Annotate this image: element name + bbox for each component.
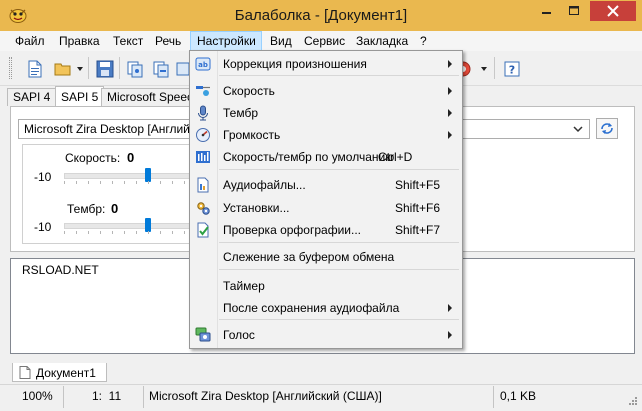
spellcheck-icon	[195, 222, 211, 238]
settings-menu-item-label: Слежение за буфером обмена	[223, 250, 395, 264]
menu-text[interactable]: Текст	[107, 31, 149, 51]
voice-select-value: Microsoft Zira Desktop [Английский	[24, 122, 215, 136]
submenu-arrow-icon	[448, 331, 452, 339]
settings-menu-item-label: Голос	[223, 328, 255, 342]
settings-menu-item-label: Коррекция произношения	[223, 57, 367, 71]
settings-menu-item-label: Громкость	[223, 128, 281, 142]
speed-value: 0	[127, 150, 135, 165]
resize-grip-icon[interactable]	[626, 396, 638, 411]
voice-tools-dropdown-icon[interactable]	[481, 67, 487, 71]
help-icon[interactable]: ?	[503, 60, 521, 78]
volume-icon	[195, 127, 211, 143]
settings-menu-item-shortcut: Shift+F6	[395, 201, 441, 215]
menu-speech[interactable]: Речь	[149, 31, 187, 51]
speed-slider-thumb[interactable]	[145, 168, 151, 182]
equalizer-icon	[195, 149, 211, 165]
pitch-ticks	[64, 231, 188, 234]
menu-bookmark[interactable]: Закладка	[350, 31, 414, 51]
speed-icon	[195, 83, 211, 99]
audio-files-icon	[195, 177, 211, 193]
copy-doc-icon[interactable]	[126, 60, 144, 78]
status-separator	[143, 386, 144, 408]
menu-help[interactable]: ?	[414, 31, 433, 51]
submenu-arrow-icon	[448, 304, 452, 312]
voice-refresh-button[interactable]	[596, 118, 618, 139]
tab-sapi5[interactable]: SAPI 5	[55, 86, 105, 107]
close-button[interactable]	[590, 1, 636, 21]
speed-slider[interactable]	[64, 173, 190, 179]
toolbar-separator	[494, 57, 495, 79]
menu-edit[interactable]: Правка	[53, 31, 106, 51]
speed-label: Скорость:	[65, 151, 121, 165]
minimize-button[interactable]	[533, 1, 560, 21]
speed-min-label: -10	[34, 170, 52, 184]
toolbar-separator	[88, 57, 89, 79]
settings-menu-item-label: Аудиофайлы...	[223, 178, 306, 192]
svg-text:?: ?	[509, 64, 515, 77]
voice-icon	[195, 327, 211, 343]
open-folder-icon[interactable]	[54, 60, 72, 78]
submenu-arrow-icon	[448, 131, 452, 139]
menu-settings[interactable]: Настройки	[190, 31, 262, 51]
settings-menu-item-label: Таймер	[223, 279, 265, 293]
status-zoom: 100%	[22, 389, 53, 403]
save-icon[interactable]	[96, 60, 114, 78]
menu-service[interactable]: Сервис	[298, 31, 351, 51]
status-voice: Microsoft Zira Desktop [Английский (США)…	[149, 389, 382, 403]
status-size: 0,1 KB	[500, 389, 537, 403]
toolbar-grip[interactable]	[9, 57, 12, 79]
menu-file[interactable]: Файл	[9, 31, 51, 51]
tab-microsoft-speech[interactable]: Microsoft Speech	[101, 88, 190, 106]
speed-ticks	[64, 181, 188, 184]
voice-select-chevron-icon[interactable]	[572, 123, 584, 138]
menu-view[interactable]: Вид	[264, 31, 298, 51]
pitch-label: Тембр:	[67, 202, 106, 216]
svg-text:ab: ab	[198, 61, 208, 69]
microphone-icon	[195, 105, 211, 121]
pronunciation-icon: ab	[195, 56, 211, 72]
open-dropdown-icon[interactable]	[77, 67, 83, 71]
settings-menu-item-label: Установки...	[223, 201, 290, 215]
submenu-arrow-icon	[448, 87, 452, 95]
settings-menu-item-label: Тембр	[223, 106, 258, 120]
toolbar-separator	[119, 57, 120, 79]
status-position: 1: 11	[92, 389, 122, 403]
settings-menu-item-shortcut: Ctrl+D	[378, 150, 413, 164]
tab-sapi4[interactable]: SAPI 4	[7, 88, 57, 106]
maximize-button[interactable]	[561, 1, 587, 21]
settings-menu-separator	[219, 169, 459, 170]
settings-menu-item-label: Проверка орфографии...	[223, 223, 361, 237]
new-document-icon[interactable]	[26, 60, 44, 78]
submenu-arrow-icon	[448, 109, 452, 117]
document-icon	[19, 366, 31, 379]
settings-menu-item-shortcut: Shift+F7	[395, 223, 441, 237]
settings-menu-separator	[219, 319, 459, 320]
status-separator	[493, 386, 494, 408]
status-separator	[63, 386, 64, 408]
settings-menu-item-label: После сохранения аудиофайла	[223, 301, 400, 315]
settings-menu-item-shortcut: Shift+F5	[395, 178, 441, 192]
settings-menu-separator	[219, 75, 459, 76]
pitch-slider-thumb[interactable]	[145, 218, 151, 232]
document-tab-label: Документ1	[36, 366, 96, 380]
settings-menu-separator	[219, 269, 459, 270]
pitch-slider[interactable]	[64, 223, 190, 229]
settings-menu-item-label: Скорость/тембр по умолчанию	[223, 150, 395, 164]
submenu-arrow-icon	[448, 60, 452, 68]
settings-menu-item-label: Скорость	[223, 84, 275, 98]
settings-gears-icon	[195, 200, 211, 216]
pitch-min-label: -10	[34, 220, 52, 234]
editor-text: RSLOAD.NET	[22, 263, 99, 277]
pitch-value: 0	[111, 201, 119, 216]
settings-menu-separator	[219, 242, 459, 243]
export-doc-icon[interactable]	[152, 60, 170, 78]
